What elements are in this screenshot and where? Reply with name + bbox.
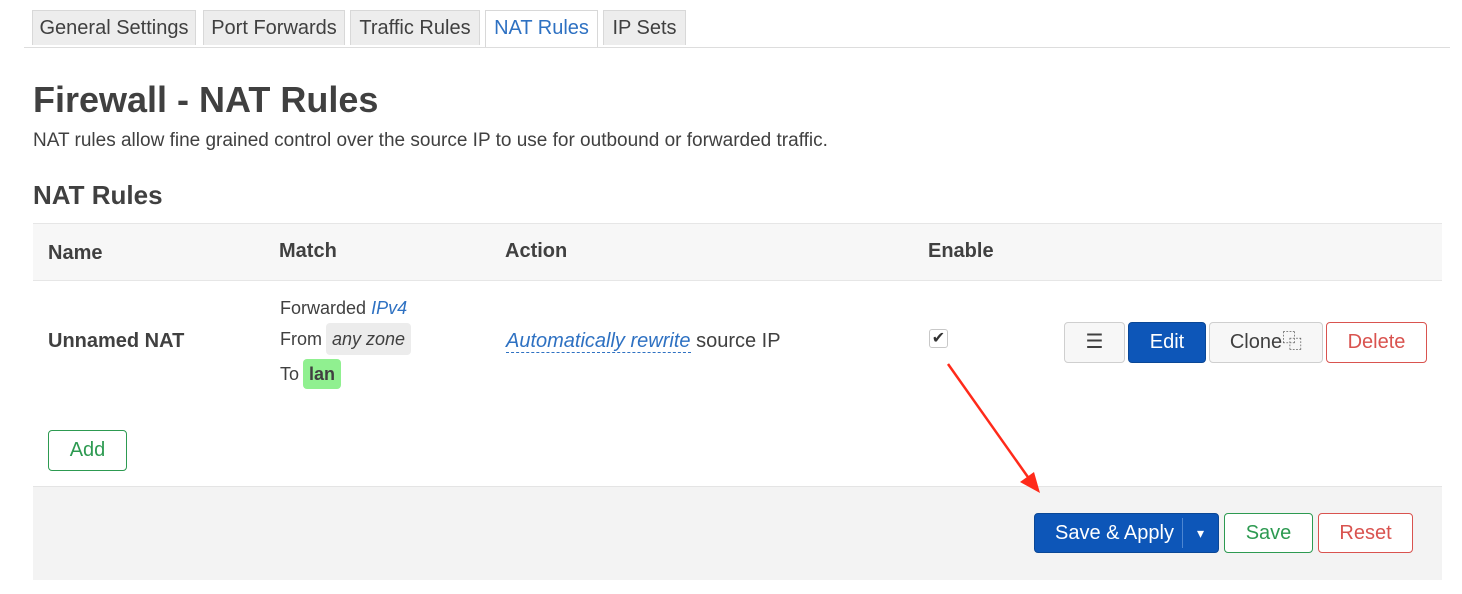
delete-button[interactable]: Delete xyxy=(1326,322,1427,363)
tab-traffic-rules[interactable]: Traffic Rules xyxy=(350,10,480,45)
tab-port-forwards[interactable]: Port Forwards xyxy=(203,10,345,45)
rule-name: Unnamed NAT xyxy=(48,330,185,352)
section-title: NAT Rules xyxy=(33,180,163,210)
tab-bar: General Settings Port Forwards Traffic R… xyxy=(24,10,1450,48)
page-title: Firewall - NAT Rules xyxy=(33,79,379,120)
column-header-name: Name xyxy=(48,242,103,264)
drag-menu-button[interactable]: ☰ xyxy=(1064,322,1125,363)
action-text: source IP xyxy=(696,330,781,352)
zone-badge-lan: lan xyxy=(303,359,342,389)
action-cell: Automatically rewrite source IP xyxy=(506,330,781,353)
page-description: NAT rules allow fine grained control ove… xyxy=(33,130,828,151)
dropdown-caret-icon[interactable]: ▾ xyxy=(1182,514,1219,552)
form-footer: Save & Apply ▾ Save Reset xyxy=(33,486,1442,580)
column-header-match: Match xyxy=(279,240,337,262)
action-link[interactable]: Automatically rewrite xyxy=(506,330,691,353)
add-button[interactable]: Add xyxy=(48,430,127,471)
clone-button[interactable]: Clone⿻ xyxy=(1209,322,1323,363)
match-family: IPv4 xyxy=(371,298,408,318)
table-header: Name Match Action Enable xyxy=(33,223,1442,281)
tab-general-settings[interactable]: General Settings xyxy=(32,10,196,45)
zone-badge-any: any zone xyxy=(326,323,412,355)
save-button[interactable]: Save xyxy=(1224,513,1313,553)
match-forwarded-label: Forwarded xyxy=(280,298,367,318)
tab-nat-rules[interactable]: NAT Rules xyxy=(485,10,598,47)
match-to-label: To xyxy=(280,364,300,384)
edit-button[interactable]: Edit xyxy=(1128,322,1206,363)
hamburger-icon: ☰ xyxy=(1085,331,1104,353)
match-from-label: From xyxy=(280,329,322,349)
column-header-enable: Enable xyxy=(928,240,994,262)
arrow-shaft xyxy=(946,363,1032,481)
save-apply-button[interactable]: Save & Apply ▾ xyxy=(1034,513,1219,553)
column-header-action: Action xyxy=(505,240,568,262)
tab-ip-sets[interactable]: IP Sets xyxy=(603,10,686,45)
save-apply-label: Save & Apply xyxy=(1055,522,1174,544)
reset-button[interactable]: Reset xyxy=(1318,513,1413,553)
enable-checkbox[interactable]: ✔ xyxy=(929,329,948,348)
